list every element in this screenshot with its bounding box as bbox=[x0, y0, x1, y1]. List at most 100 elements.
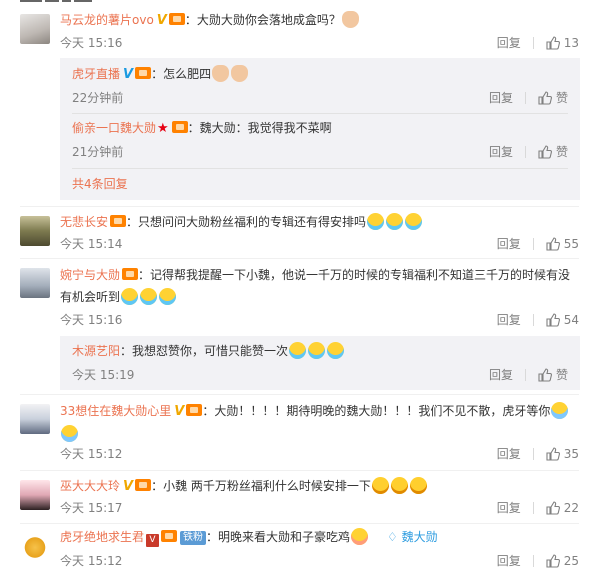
laugh-emoji-icon bbox=[140, 288, 158, 305]
comment-username[interactable]: 巫大大大玲 bbox=[60, 479, 120, 493]
sub-replies-panel: 虎牙直播 V ：怎么肥四 22分钟前 回复 赞 偷亲一口魏大勋★ ：魏大勋：我觉得我不… bbox=[60, 58, 580, 200]
comment-time: 今天 15:12 bbox=[60, 554, 123, 568]
divider bbox=[524, 92, 526, 104]
thumbs-up-icon[interactable] bbox=[546, 447, 560, 461]
thumbs-up-icon[interactable] bbox=[546, 313, 560, 327]
thumbs-up-icon[interactable] bbox=[546, 501, 560, 515]
divider bbox=[20, 523, 579, 524]
comment-text: ：大勋！！！！期待明晚的魏大勋！！！我们不见不散，虎牙等你 bbox=[202, 404, 551, 418]
comment-username[interactable]: 33想住在魏大勋心里 bbox=[60, 404, 171, 418]
divider bbox=[20, 206, 579, 207]
vip-icon bbox=[186, 404, 203, 416]
verified-icon: V bbox=[123, 479, 134, 494]
comment-time: 今天 15:14 bbox=[60, 237, 123, 251]
laugh-emoji-icon bbox=[367, 213, 385, 230]
reply-button[interactable]: 回复 bbox=[489, 90, 513, 106]
reply-button[interactable]: 回复 bbox=[489, 144, 513, 160]
sub-reply: 虎牙直播 V ：怎么肥四 22分钟前 回复 赞 bbox=[72, 64, 568, 110]
comment-username[interactable]: 马云龙的薯片ovo bbox=[60, 13, 154, 27]
divider bbox=[20, 470, 579, 471]
reply-button[interactable]: 回复 bbox=[497, 500, 521, 516]
vip-icon bbox=[122, 268, 139, 280]
like-count: 22 bbox=[563, 501, 579, 515]
comment-time: 今天 15:16 bbox=[60, 313, 123, 327]
vip-icon bbox=[171, 121, 188, 133]
comment-text: ：小魏 两千万粉丝福利什么时候安排一下 bbox=[151, 479, 371, 493]
verified-icon: V bbox=[123, 67, 134, 82]
divider bbox=[532, 314, 534, 326]
fan-badge-label: 魏大勋 bbox=[401, 530, 438, 544]
reply-username[interactable]: 木源艺阳 bbox=[72, 344, 120, 358]
sub-replies-panel: 木源艺阳：我想怼赞你，可惜只能赞一次 今天 15:19 回复 赞 bbox=[60, 336, 580, 390]
reply-time: 22分钟前 bbox=[72, 91, 124, 105]
scream-emoji-icon bbox=[409, 477, 427, 494]
divider bbox=[20, 394, 579, 395]
vip-icon bbox=[161, 530, 178, 542]
like-label[interactable]: 赞 bbox=[556, 367, 568, 383]
divider bbox=[524, 146, 526, 158]
thumbs-up-icon[interactable] bbox=[546, 554, 560, 568]
reply-button[interactable]: 回复 bbox=[497, 553, 521, 569]
like-label[interactable]: 赞 bbox=[556, 90, 568, 106]
like-count: 13 bbox=[563, 36, 579, 50]
crying-emoji-icon bbox=[61, 425, 78, 442]
laugh-emoji-icon bbox=[289, 342, 307, 359]
divider bbox=[72, 168, 568, 169]
red-v-icon: V bbox=[146, 534, 160, 547]
cat-emoji-icon bbox=[212, 65, 230, 82]
thumbs-up-icon[interactable] bbox=[538, 145, 552, 159]
like-count: 25 bbox=[563, 554, 579, 568]
laugh-emoji-icon bbox=[386, 213, 404, 230]
comment-username[interactable]: 无悲长安 bbox=[60, 215, 108, 229]
reply-username[interactable]: 虎牙直播 bbox=[72, 67, 120, 81]
comment-text: ：只想问问大勋粉丝福利的专辑还有得安排吗 bbox=[126, 215, 367, 229]
fan-badge[interactable]: ♢ 魏大勋 bbox=[387, 530, 438, 544]
comment-time: 今天 15:12 bbox=[60, 447, 123, 461]
reply-button[interactable]: 回复 bbox=[497, 35, 521, 51]
avatar[interactable] bbox=[20, 404, 50, 434]
thumbs-up-icon[interactable] bbox=[546, 36, 560, 50]
thumbs-up-icon[interactable] bbox=[538, 368, 552, 382]
avatar[interactable] bbox=[20, 531, 50, 561]
comment-username[interactable]: 婉宁与大勋 bbox=[60, 268, 120, 282]
like-count: 55 bbox=[563, 237, 579, 251]
thumbs-up-icon[interactable] bbox=[538, 91, 552, 105]
divider bbox=[72, 113, 568, 114]
like-count: 35 bbox=[563, 447, 579, 461]
laugh-emoji-icon bbox=[159, 288, 177, 305]
more-replies-link[interactable]: 共4条回复 bbox=[72, 176, 128, 192]
vip-icon bbox=[110, 215, 127, 227]
avatar[interactable] bbox=[20, 14, 50, 44]
comment-username[interactable]: 虎牙绝地求生君 bbox=[60, 530, 144, 544]
crying-emoji-icon bbox=[551, 402, 569, 419]
cat-emoji-icon bbox=[231, 65, 249, 82]
reply-username[interactable]: 偷亲一口魏大勋 bbox=[72, 121, 156, 135]
reply-time: 今天 15:19 bbox=[72, 368, 135, 382]
divider bbox=[532, 502, 534, 514]
thumbs-up-icon[interactable] bbox=[546, 237, 560, 251]
divider bbox=[20, 258, 579, 259]
divider bbox=[532, 555, 534, 567]
reply-button[interactable]: 回复 bbox=[497, 312, 521, 328]
divider bbox=[532, 37, 534, 49]
fan-tag: 铁粉 bbox=[180, 531, 207, 545]
comment-time: 今天 15:17 bbox=[60, 501, 123, 515]
like-label[interactable]: 赞 bbox=[556, 144, 568, 160]
reply-text: ：魏大勋：我觉得我不菜啊 bbox=[187, 121, 332, 135]
reply-time: 21分钟前 bbox=[72, 145, 124, 159]
avatar[interactable] bbox=[20, 268, 50, 298]
laugh-emoji-icon bbox=[327, 342, 345, 359]
laugh-emoji-icon bbox=[405, 213, 423, 230]
reply-button[interactable]: 回复 bbox=[489, 367, 513, 383]
reply-button[interactable]: 回复 bbox=[497, 236, 521, 252]
reply-text: ：我想怼赞你，可惜只能赞一次 bbox=[120, 344, 289, 358]
cat-emoji-icon bbox=[341, 11, 359, 28]
laugh-emoji-icon bbox=[308, 342, 326, 359]
avatar[interactable] bbox=[20, 216, 50, 246]
shy-emoji-icon bbox=[351, 528, 369, 545]
scream-emoji-icon bbox=[371, 477, 389, 494]
reply-button[interactable]: 回复 bbox=[497, 446, 521, 462]
vip-icon bbox=[135, 67, 152, 79]
avatar[interactable] bbox=[20, 480, 50, 510]
sub-reply: 木源艺阳：我想怼赞你，可惜只能赞一次 今天 15:19 回复 赞 bbox=[72, 341, 568, 387]
